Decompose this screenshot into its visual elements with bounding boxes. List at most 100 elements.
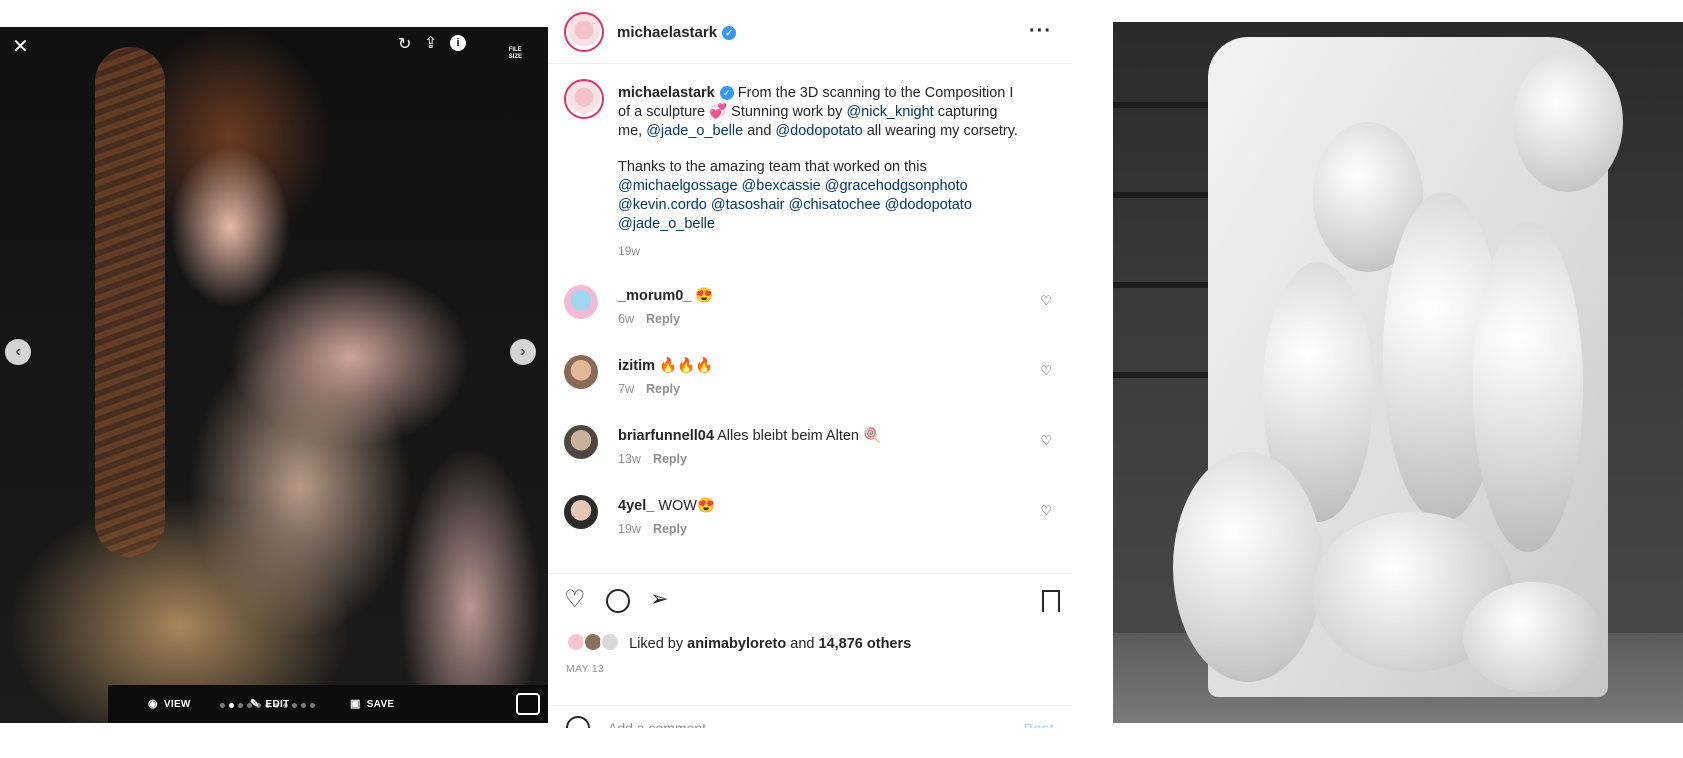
previous-arrow-icon[interactable]: ‹ bbox=[5, 339, 31, 365]
save-icon: ▣ bbox=[350, 698, 361, 710]
sculpture-photo bbox=[1113, 22, 1683, 723]
carousel-dot[interactable] bbox=[229, 703, 234, 708]
mention-list[interactable]: @michaelgossage @bexcassie @gracehodgson… bbox=[618, 177, 1048, 196]
commenter-avatar[interactable] bbox=[564, 495, 598, 529]
verified-badge-icon: ✓ bbox=[719, 86, 734, 100]
carousel-dot[interactable] bbox=[310, 703, 315, 708]
comment-time[interactable]: 19w bbox=[618, 522, 641, 536]
save-button[interactable]: ▣ SAVE bbox=[350, 697, 394, 710]
like-comment-icon[interactable]: ♡ bbox=[1040, 433, 1052, 449]
carousel-dot[interactable] bbox=[301, 703, 306, 708]
likes-count[interactable]: 14,876 others bbox=[819, 636, 912, 652]
caption-text: and bbox=[743, 123, 776, 139]
sculpture-relief bbox=[1473, 222, 1583, 552]
mention-link[interactable]: @dodopotato bbox=[775, 123, 862, 139]
viewer-bottom-bar: ◉ VIEW ✎ EDIT ▣ SAVE bbox=[108, 685, 548, 723]
share-send-icon[interactable]: ➢ bbox=[650, 588, 668, 610]
commenter-avatar[interactable] bbox=[564, 425, 598, 459]
caption-username[interactable]: michaelastark bbox=[618, 85, 715, 101]
caption-line1: From the 3D scanning to the Composition … bbox=[737, 85, 1014, 101]
view-button[interactable]: ◉ VIEW bbox=[148, 697, 191, 710]
close-icon[interactable]: ✕ bbox=[12, 37, 29, 57]
comment-meta: 13w Reply bbox=[618, 452, 699, 466]
caption-text: of a sculpture bbox=[618, 104, 710, 120]
comment-body: WOW😍 bbox=[658, 498, 716, 514]
likers-avatars bbox=[566, 632, 621, 656]
commenter-avatar[interactable] bbox=[564, 355, 598, 389]
commenter-avatar[interactable] bbox=[564, 285, 598, 319]
comment-item: _morum0_ 😍 6w Reply ♡ bbox=[564, 285, 1054, 337]
comment-time[interactable]: 7w bbox=[618, 382, 634, 396]
carousel-dot[interactable] bbox=[220, 703, 225, 708]
commenter-username[interactable]: 4yel_ bbox=[618, 498, 654, 514]
caption-avatar[interactable] bbox=[564, 79, 604, 119]
more-options-icon[interactable]: ··· bbox=[1029, 20, 1052, 43]
view-label: VIEW bbox=[163, 699, 191, 710]
eye-icon: ◉ bbox=[148, 698, 158, 710]
comment-body: Alles bleibt beim Alten 🍭 bbox=[717, 428, 882, 444]
reply-button[interactable]: Reply bbox=[646, 312, 680, 326]
carousel-dot[interactable] bbox=[238, 703, 243, 708]
carousel-dot[interactable] bbox=[292, 703, 297, 708]
mention-list[interactable]: @jade_o_belle bbox=[618, 215, 1048, 234]
info-icon[interactable]: i bbox=[450, 35, 466, 51]
bookmark-icon[interactable] bbox=[1042, 590, 1060, 612]
sculpture-relief bbox=[1463, 582, 1603, 692]
commenter-username[interactable]: izitim bbox=[618, 358, 655, 374]
comment-time[interactable]: 6w bbox=[618, 312, 634, 326]
next-arrow-icon[interactable]: › bbox=[510, 339, 536, 365]
commenter-username[interactable]: _morum0_ bbox=[618, 288, 691, 304]
reply-button[interactable]: Reply bbox=[653, 522, 687, 536]
comment-meta: 19w Reply bbox=[618, 522, 699, 536]
caption-timestamp[interactable]: 19w bbox=[618, 242, 1048, 261]
comment-text: briarfunnell04 Alles bleibt beim Alten 🍭 bbox=[618, 427, 881, 444]
comment-bubble-icon[interactable] bbox=[606, 589, 630, 613]
save-label: SAVE bbox=[366, 699, 395, 710]
caption-text: capturing bbox=[933, 104, 998, 120]
caption-text: Stunning work by bbox=[727, 104, 847, 120]
reply-button[interactable]: Reply bbox=[646, 382, 680, 396]
rotate-icon[interactable]: ↻ bbox=[398, 37, 411, 53]
edit-button[interactable]: ✎ EDIT bbox=[250, 697, 290, 710]
likes-prefix: Liked by bbox=[629, 635, 684, 652]
mention-link[interactable]: @jade_o_belle bbox=[646, 123, 743, 139]
comment-input[interactable]: Add a comment... bbox=[608, 720, 718, 728]
post-author[interactable]: michaelastark ✓ bbox=[617, 24, 737, 41]
comment-item: izitim 🔥🔥🔥 7w Reply ♡ bbox=[564, 355, 1054, 407]
like-comment-icon[interactable]: ♡ bbox=[1040, 503, 1052, 519]
liked-by-username[interactable]: animabyloreto bbox=[687, 636, 786, 652]
scan-frame-icon[interactable] bbox=[516, 693, 540, 715]
likes-summary: Liked by animabyloreto and 14,876 others bbox=[566, 632, 911, 656]
post-date[interactable]: MAY 13 bbox=[566, 663, 604, 675]
comment-body: 😍 bbox=[695, 288, 714, 304]
post-comment-button[interactable]: Post bbox=[1024, 720, 1054, 728]
like-heart-icon[interactable]: ♡ bbox=[564, 588, 586, 612]
share-icon[interactable]: ⇪ bbox=[424, 36, 437, 52]
comment-item: briarfunnell04 Alles bleibt beim Alten 🍭… bbox=[564, 425, 1054, 477]
emoji-icon[interactable] bbox=[566, 716, 590, 728]
scan-hair-detail bbox=[95, 47, 165, 557]
avatar bbox=[600, 632, 621, 652]
caption-text: all wearing my corsetry. bbox=[862, 123, 1018, 139]
add-comment-bar: Add a comment... Post bbox=[548, 705, 1072, 728]
like-comment-icon[interactable]: ♡ bbox=[1040, 293, 1052, 309]
mention-link[interactable]: @nick_knight bbox=[846, 104, 933, 120]
sculpture-relief bbox=[1173, 452, 1323, 682]
sculpture-relief bbox=[1513, 52, 1623, 192]
post-author-username: michaelastark bbox=[617, 24, 718, 41]
likes-and: and bbox=[790, 635, 815, 652]
like-comment-icon[interactable]: ♡ bbox=[1040, 363, 1052, 379]
avatar[interactable] bbox=[564, 12, 604, 52]
scan-image bbox=[0, 27, 548, 723]
file-size-label: FILE SIZE bbox=[508, 47, 522, 60]
comment-text: izitim 🔥🔥🔥 bbox=[618, 357, 713, 374]
comment-meta: 7w Reply bbox=[618, 382, 692, 396]
comment-text: 4yel_ WOW😍 bbox=[618, 497, 715, 514]
reply-button[interactable]: Reply bbox=[653, 452, 687, 466]
comment-body: 🔥🔥🔥 bbox=[659, 358, 714, 374]
comment-time[interactable]: 13w bbox=[618, 452, 641, 466]
comment-text: _morum0_ 😍 bbox=[618, 287, 713, 304]
mention-list[interactable]: @kevin.cordo @tasoshair @chisatochee @do… bbox=[618, 196, 1048, 215]
commenter-username[interactable]: briarfunnell04 bbox=[618, 428, 714, 444]
post-actions: ♡ ➢ Liked by animabyloreto and 14,876 ot… bbox=[548, 573, 1072, 728]
